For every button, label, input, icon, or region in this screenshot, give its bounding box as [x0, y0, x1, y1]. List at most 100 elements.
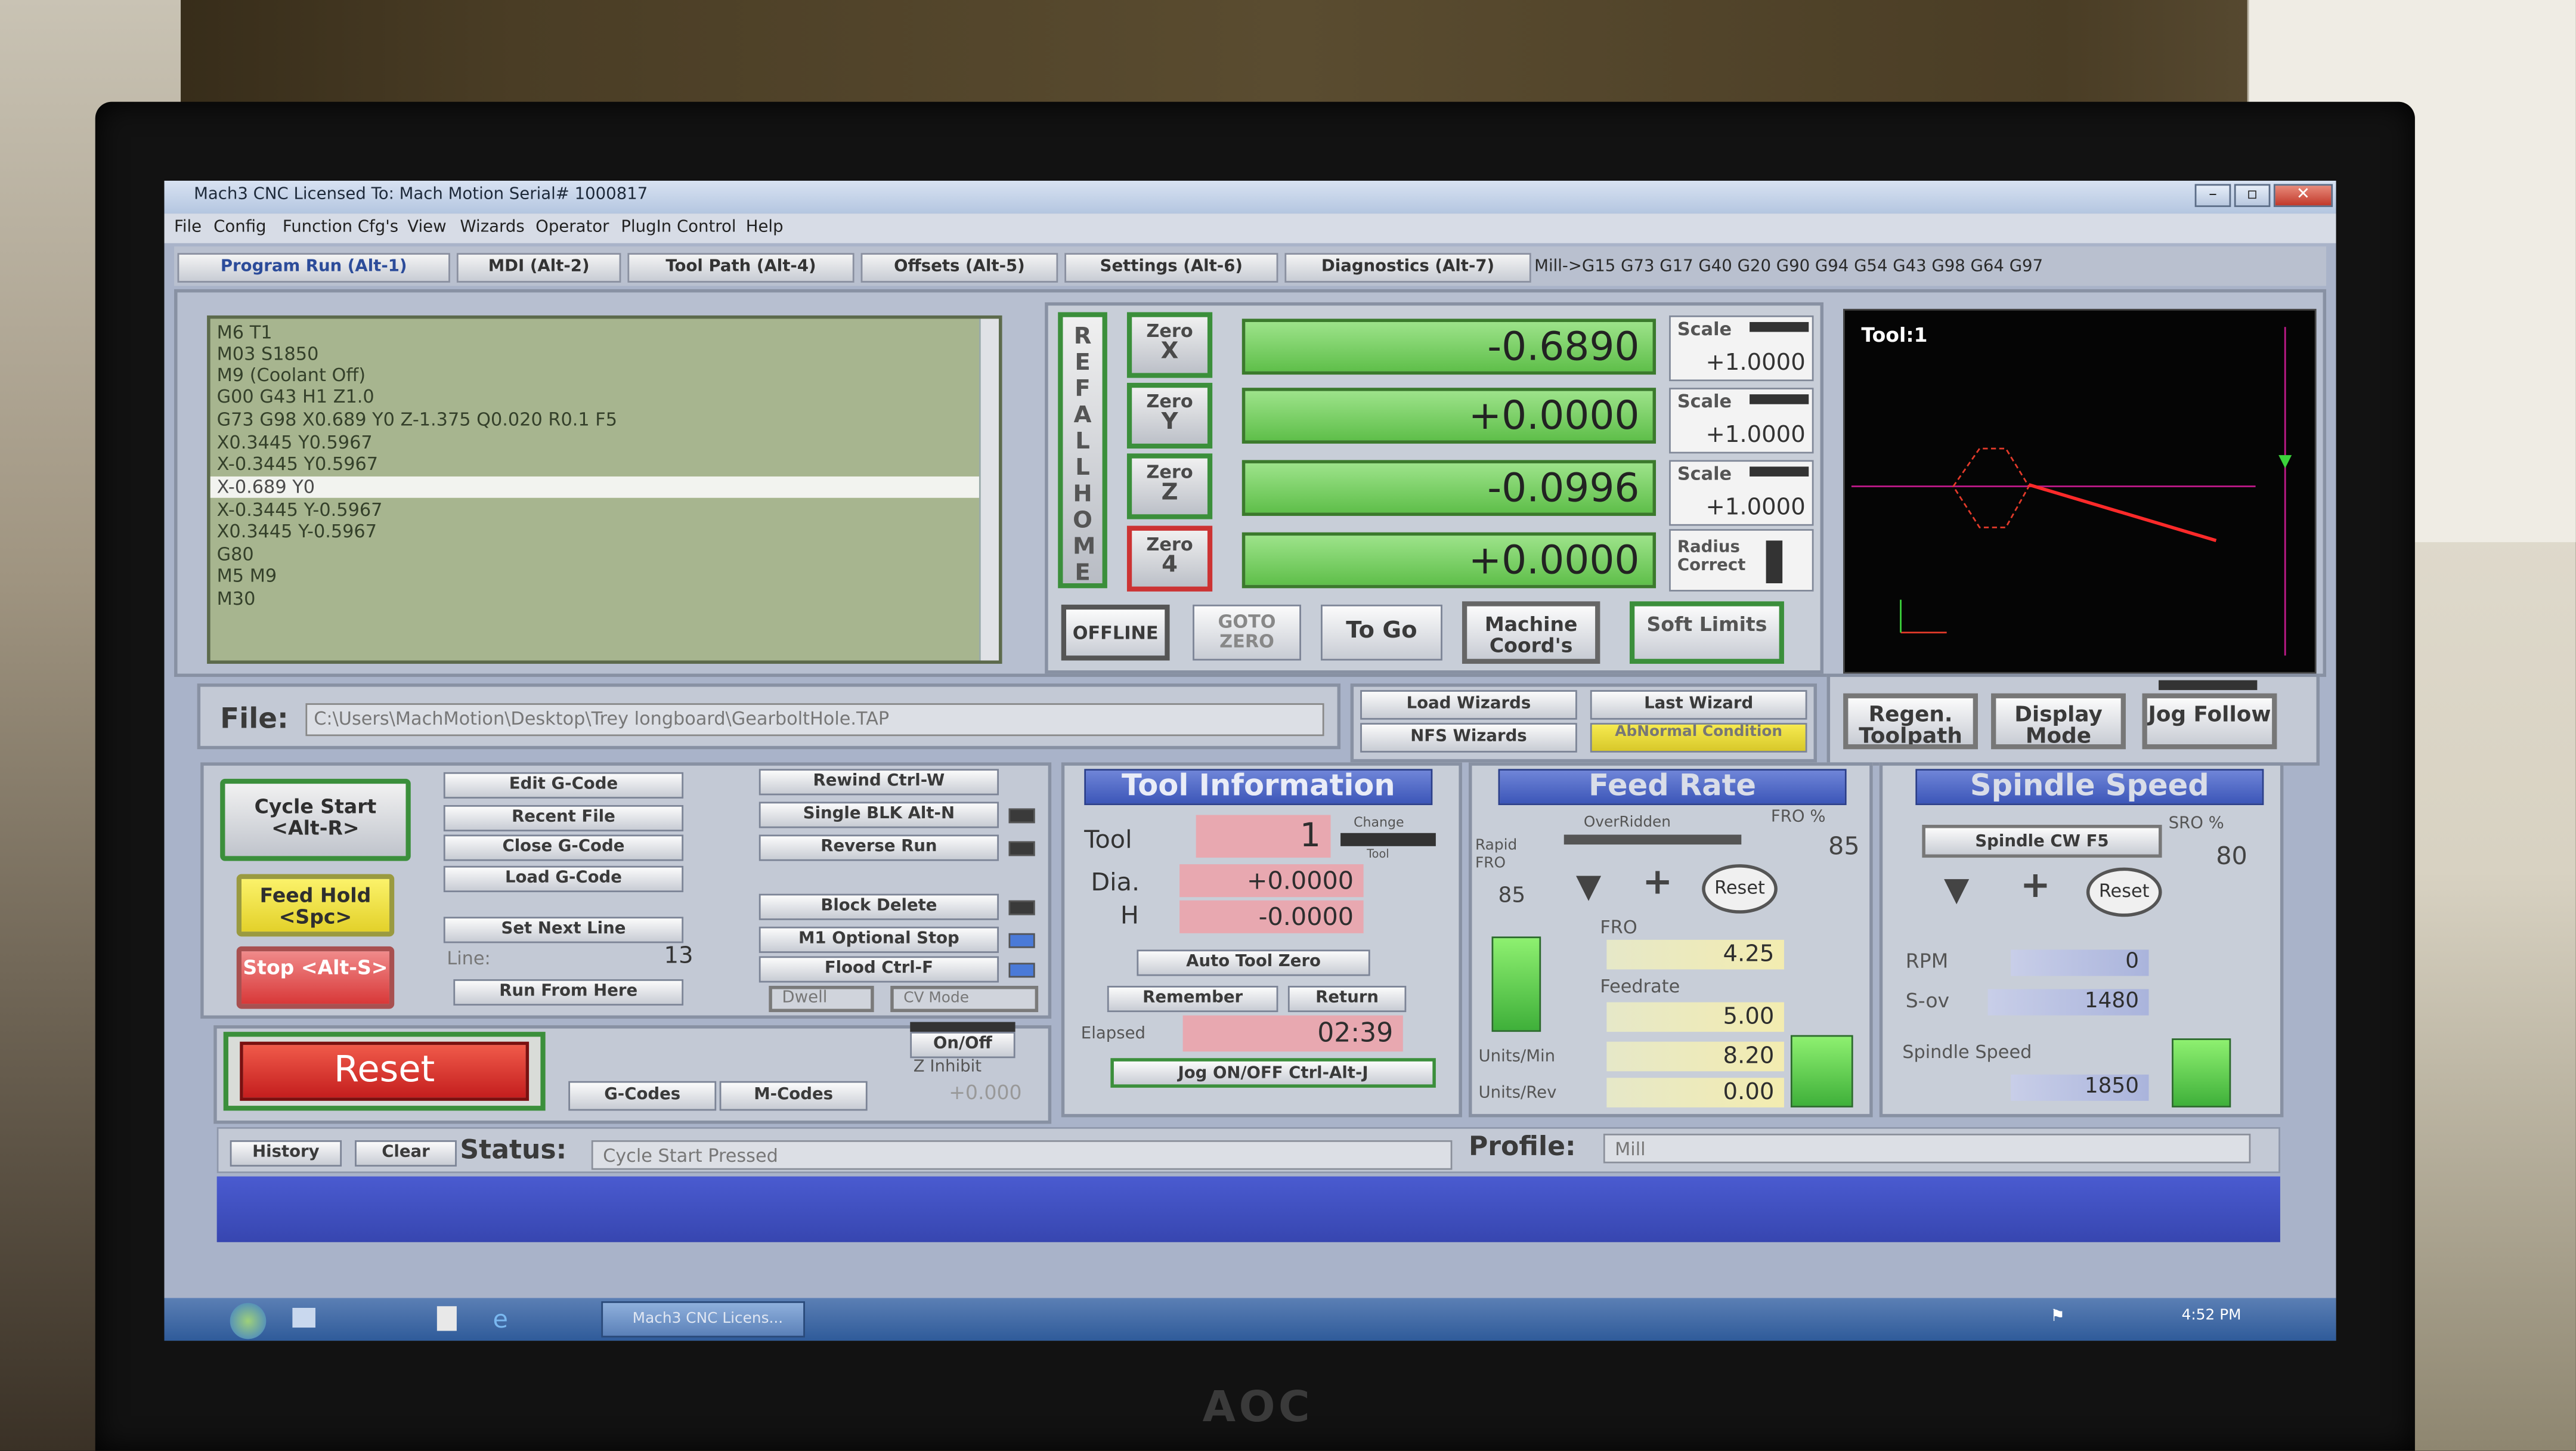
reverse-run-button[interactable]: Reverse Run — [758, 834, 999, 861]
recent-file-button[interactable]: Recent File — [443, 805, 684, 832]
rapid-fro-value[interactable]: 85 — [1498, 884, 1526, 908]
offline-button[interactable]: OFFLINE — [1061, 604, 1170, 661]
scale-x-box[interactable]: Scale +1.0000 — [1669, 315, 1814, 382]
load-wizards-button[interactable]: Load Wizards — [1360, 690, 1577, 720]
single-block-button[interactable]: Single BLK Alt-N — [758, 802, 999, 828]
menu-operator[interactable]: Operator — [535, 218, 609, 236]
feed-hold-button[interactable]: Feed Hold <Spc> — [236, 874, 395, 937]
ref-all-home-button[interactable]: REFALLHOME — [1058, 312, 1107, 589]
scale-y-box[interactable]: Scale +1.0000 — [1669, 388, 1814, 454]
menu-function-cfgs[interactable]: Function Cfg's — [283, 218, 398, 236]
last-wizard-button[interactable]: Last Wizard — [1590, 690, 1807, 720]
jog-follow-button[interactable]: Jog Follow — [2142, 693, 2277, 750]
history-button[interactable]: History — [230, 1140, 342, 1167]
elapsed-value[interactable]: 02:39 — [1182, 1015, 1403, 1052]
scale-z-box[interactable]: Scale +1.0000 — [1669, 460, 1814, 526]
dro-y-value[interactable]: +0.0000 — [1241, 388, 1657, 444]
gcode-line-selected[interactable]: X-0.689 Y0 — [210, 476, 979, 498]
jog-onoff-button[interactable]: Jog ON/OFF Ctrl-Alt-J — [1110, 1058, 1436, 1088]
spindle-speed-value[interactable]: 1850 — [2011, 1074, 2149, 1101]
spindle-cw-button[interactable]: Spindle CW F5 — [1922, 825, 2162, 858]
remember-button[interactable]: Remember — [1107, 986, 1278, 1013]
flood-button[interactable]: Flood Ctrl-F — [758, 956, 999, 983]
tab-mdi[interactable]: MDI (Alt-2) — [456, 253, 621, 283]
spindle-up-plus-icon[interactable]: + — [2011, 867, 2060, 911]
gcode-line[interactable]: M30 — [217, 588, 256, 610]
z-inhibit-onoff-button[interactable]: On/Off — [910, 1032, 1015, 1059]
feed-down-arrow-icon[interactable]: ▼ — [1564, 868, 1614, 907]
gcode-line[interactable]: G00 G43 H1 Z1.0 — [217, 386, 374, 407]
menu-config[interactable]: Config — [213, 218, 266, 236]
feed-up-plus-icon[interactable]: + — [1633, 864, 1682, 907]
dro-4-value[interactable]: +0.0000 — [1241, 532, 1657, 589]
sov-value[interactable]: 1480 — [1987, 989, 2149, 1016]
soft-limits-button[interactable]: Soft Limits — [1629, 601, 1784, 664]
taskbar-mach3-button[interactable]: Mach3 CNC Licens... — [601, 1301, 805, 1338]
gcode-line[interactable]: X0.3445 Y-0.5967 — [217, 521, 377, 542]
z-inhibit-value[interactable]: +0.000 — [914, 1081, 1021, 1105]
zero-z-button[interactable]: Zero Z — [1126, 453, 1213, 519]
menu-wizards[interactable]: Wizards — [460, 218, 524, 236]
zero-y-button[interactable]: Zero Y — [1126, 382, 1213, 449]
spindle-down-arrow-icon[interactable]: ▼ — [1932, 871, 1981, 910]
dro-z-value[interactable]: -0.0996 — [1241, 460, 1657, 516]
clear-button[interactable]: Clear — [355, 1140, 457, 1167]
fro-value[interactable]: 4.25 — [1606, 939, 1784, 970]
run-from-here-button[interactable]: Run From Here — [453, 979, 684, 1006]
show-desktop-icon[interactable] — [292, 1307, 315, 1328]
menu-plugin-control[interactable]: PlugIn Control — [621, 218, 736, 236]
auto-tool-zero-button[interactable]: Auto Tool Zero — [1137, 949, 1370, 976]
zero-x-button[interactable]: Zero X — [1126, 312, 1213, 378]
close-button[interactable]: ✕ — [2273, 184, 2333, 208]
gcode-line[interactable]: G73 G98 X0.689 Y0 Z-1.375 Q0.020 R0.1 F5 — [217, 409, 617, 431]
rpm-value[interactable]: 0 — [2011, 949, 2149, 976]
cycle-start-button[interactable]: Cycle Start <Alt-R> — [220, 778, 411, 861]
machine-coords-button[interactable]: Machine Coord's — [1462, 601, 1600, 664]
line-value[interactable]: 13 — [592, 943, 693, 969]
reset-button[interactable]: Reset — [240, 1041, 530, 1101]
radius-correct-box[interactable]: Radius Correct — [1669, 529, 1814, 592]
gcode-line[interactable]: X-0.3445 Y-0.5967 — [217, 500, 383, 521]
height-value[interactable]: -0.0000 — [1179, 900, 1364, 933]
feed-slider[interactable] — [1491, 936, 1541, 1032]
close-gcode-button[interactable]: Close G-Code — [443, 834, 684, 861]
rewind-button[interactable]: Rewind Ctrl-W — [758, 769, 999, 796]
file-path-field[interactable]: C:\Users\MachMotion\Desktop\Trey longboa… — [305, 703, 1324, 737]
feed-reset-button[interactable]: Reset — [1702, 864, 1778, 914]
spindle-reset-button[interactable]: Reset — [2086, 867, 2162, 917]
units-rev-value[interactable]: 0.00 — [1606, 1078, 1784, 1107]
tab-settings[interactable]: Settings (Alt-6) — [1064, 253, 1278, 283]
stop-button[interactable]: Stop <Alt-S> — [236, 946, 395, 1009]
diameter-value[interactable]: +0.0000 — [1179, 864, 1364, 898]
mcodes-button[interactable]: M-Codes — [719, 1081, 868, 1111]
display-mode-button[interactable]: Display Mode — [1991, 693, 2126, 750]
menu-view[interactable]: View — [407, 218, 446, 236]
gcode-scrollbar[interactable] — [979, 318, 999, 661]
toolpath-display[interactable]: Tool:1 — [1843, 308, 2317, 674]
load-gcode-button[interactable]: Load G-Code — [443, 865, 684, 892]
gcode-listing[interactable]: M6 T1 M03 S1850 M9 (Coolant Off) G00 G43… — [207, 315, 1002, 664]
tab-program-run[interactable]: Program Run (Alt-1) — [177, 253, 450, 283]
regen-toolpath-button[interactable]: Regen. Toolpath — [1843, 693, 1979, 750]
gcode-line[interactable]: X-0.3445 Y0.5967 — [217, 453, 378, 475]
zero-4-button[interactable]: Zero 4 — [1126, 525, 1213, 592]
gcode-line[interactable]: M9 (Coolant Off) — [217, 365, 366, 386]
fro-percent-value[interactable]: 85 — [1800, 831, 1860, 861]
return-button[interactable]: Return — [1287, 986, 1407, 1013]
feedrate-value[interactable]: 5.00 — [1606, 1002, 1784, 1032]
gcodes-button[interactable]: G-Codes — [568, 1081, 717, 1111]
ie-icon[interactable]: e — [493, 1304, 508, 1334]
nfs-wizards-button[interactable]: NFS Wizards — [1360, 723, 1577, 753]
block-delete-button[interactable]: Block Delete — [758, 893, 999, 920]
gcode-line[interactable]: G80 — [217, 544, 254, 565]
gcode-line[interactable]: M5 M9 — [217, 565, 277, 587]
start-orb-icon[interactable] — [230, 1303, 267, 1339]
maximize-button[interactable]: ▫ — [2234, 184, 2271, 208]
minimize-button[interactable]: – — [2194, 184, 2231, 208]
gcode-line[interactable]: M6 T1 — [217, 322, 273, 344]
m1-optional-stop-button[interactable]: M1 Optional Stop — [758, 926, 999, 953]
taskbar-clock[interactable]: 4:52 PM — [2182, 1308, 2241, 1325]
menu-file[interactable]: File — [174, 218, 202, 236]
units-min-value[interactable]: 8.20 — [1606, 1041, 1784, 1072]
explorer-icon[interactable] — [436, 1306, 457, 1331]
